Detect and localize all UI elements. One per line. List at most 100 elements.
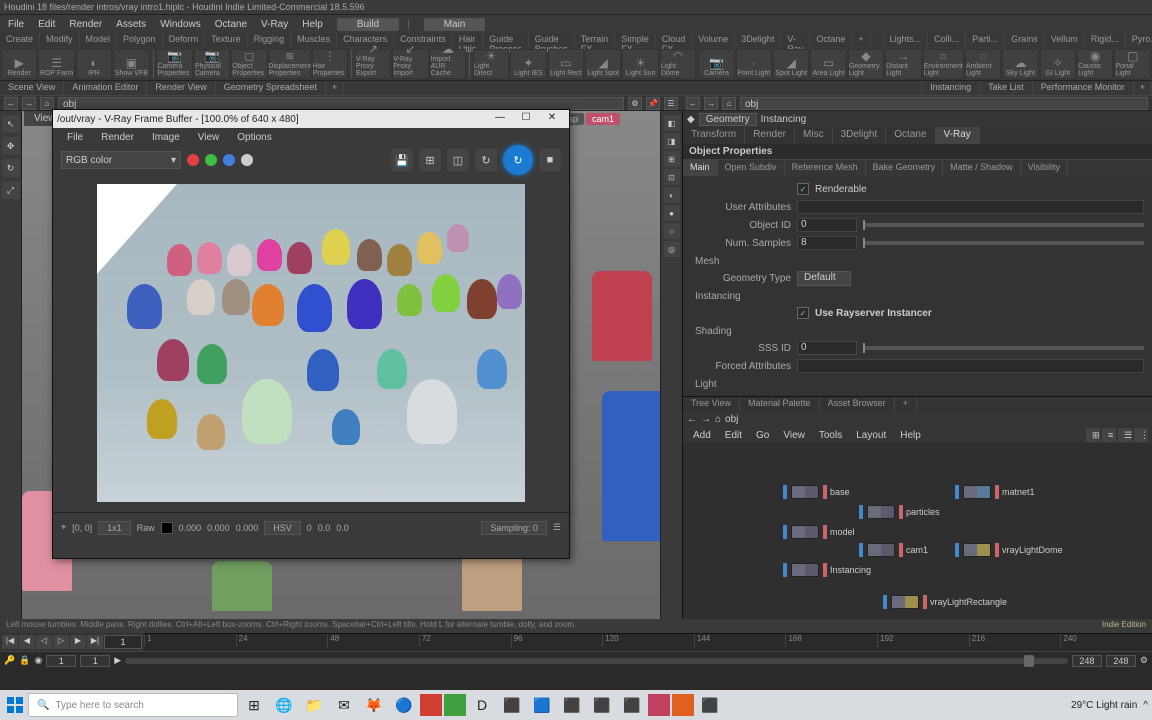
renderable-checkbox[interactable]: ✓	[797, 183, 809, 195]
vfb-titlebar[interactable]: /out/vray - V-Ray Frame Buffer - [100.0%…	[53, 110, 569, 128]
user-attr-input[interactable]	[797, 200, 1144, 214]
pin-icon[interactable]: 📌	[646, 97, 660, 110]
tool-aur-cache[interactable]: ☁Import AUR Cache	[430, 49, 466, 79]
settings-icon[interactable]: ⚙	[1140, 655, 1148, 666]
shelf-tab[interactable]: 3Delight	[735, 33, 781, 47]
display-opt-icon[interactable]: ⊡	[664, 169, 680, 185]
nav-fwd[interactable]: →	[22, 97, 36, 110]
tab-take-list[interactable]: Take List	[980, 81, 1033, 95]
red-channel-icon[interactable]	[187, 154, 199, 166]
tool-disp-props[interactable]: ≋Displacement Properties	[269, 49, 311, 79]
tool-ipr[interactable]: ◐IPR	[76, 49, 112, 79]
tool-show-vfb[interactable]: ▣Show VFB	[113, 49, 149, 79]
tab-add-right[interactable]: +	[1134, 81, 1152, 95]
tool-spot-light[interactable]: ◢Spot Light	[773, 49, 809, 79]
houdini-icon[interactable]	[672, 694, 694, 716]
shelf-add[interactable]: +	[852, 33, 870, 47]
nav-back[interactable]: ←	[686, 97, 700, 110]
mail-icon[interactable]: ✉	[330, 691, 358, 719]
node-particles[interactable]: particles	[859, 505, 940, 519]
channel-selector[interactable]: RGB color	[61, 151, 181, 169]
app-icon[interactable]	[420, 694, 442, 716]
tool-light-rect[interactable]: ▭Light Rect	[548, 49, 584, 79]
tool-light-sun[interactable]: ☀Light Sun	[622, 49, 658, 79]
object-id-slider[interactable]	[863, 223, 1144, 227]
scale-tool-icon[interactable]: ⤢	[2, 181, 20, 199]
vfb-menu-file[interactable]: File	[59, 130, 91, 145]
weather-widget[interactable]: 29°C Light rain	[1071, 700, 1137, 711]
shelf-tab[interactable]: Model	[80, 33, 118, 47]
display-opt-icon[interactable]: ○	[664, 223, 680, 239]
shelf-tab[interactable]: Guide Process	[483, 33, 529, 47]
auto-icon[interactable]: ◉	[34, 655, 42, 666]
shelf-tab[interactable]: Create	[0, 33, 40, 47]
menu-icon[interactable]: ☰	[553, 522, 561, 533]
shelf-tab[interactable]: Octane	[810, 33, 852, 47]
app-icon[interactable]	[444, 694, 466, 716]
play-back-icon[interactable]: ◁	[36, 635, 52, 649]
mode-toggle[interactable]: Raw	[137, 523, 155, 533]
tab-anim-editor[interactable]: Animation Editor	[64, 81, 147, 95]
display-opt-icon[interactable]: ◐	[664, 187, 680, 203]
net-opt-icon[interactable]: ☰	[1118, 428, 1132, 442]
net-opt-icon[interactable]: ≡	[1102, 428, 1116, 442]
tool-sky-light[interactable]: ☁Sky Light	[1002, 49, 1038, 79]
cam-chip[interactable]: cam1	[586, 113, 620, 125]
tab-material-palette[interactable]: Material Palette	[740, 397, 820, 411]
close-button[interactable]: ✕	[539, 111, 565, 127]
nm-help[interactable]: Help	[894, 429, 927, 442]
subtab-main[interactable]: Main	[683, 160, 718, 176]
nav-fwd[interactable]: →	[701, 414, 711, 425]
tool-caustic-light[interactable]: ◉Caustic Light	[1077, 49, 1113, 79]
num-samples-slider[interactable]	[863, 241, 1144, 245]
tool-light-direct[interactable]: ☀Light Direct	[473, 49, 509, 79]
shelf-tab[interactable]: Terrain FX	[575, 33, 616, 47]
shelf-tab[interactable]: Pyro...	[1126, 33, 1152, 47]
tab-3delight[interactable]: 3Delight	[833, 127, 887, 144]
eyedropper-icon[interactable]: ⌖	[61, 522, 66, 533]
gear-icon[interactable]: ⚙	[628, 97, 642, 110]
shelf-tab[interactable]: Rigid...	[1085, 33, 1126, 47]
start-button[interactable]	[4, 694, 26, 716]
app-icon[interactable]: ⬛	[498, 691, 526, 719]
tab-render[interactable]: Render	[745, 127, 795, 144]
tool-camera[interactable]: 📷Camera	[698, 49, 734, 79]
sss-id-input[interactable]: 0	[797, 341, 857, 355]
tool-distant-light[interactable]: →Distant Light	[885, 49, 921, 79]
menu-edit[interactable]: Edit	[32, 17, 61, 32]
goto-end-icon[interactable]: ▶|	[87, 635, 103, 649]
node-cam1[interactable]: cam1	[859, 543, 928, 557]
node-lightrect[interactable]: vrayLightRectangle	[883, 595, 1007, 609]
shelf-tab[interactable]: Simple FX	[615, 33, 656, 47]
rayserver-checkbox[interactable]: ✓	[797, 307, 809, 319]
timeline[interactable]: 1 24 48 72 96 120 144 168 192 216 240	[144, 633, 1152, 647]
maximize-button[interactable]: ☐	[513, 111, 539, 127]
edge-icon[interactable]: 🌐	[270, 691, 298, 719]
tab-render-view[interactable]: Render View	[147, 81, 215, 95]
path-input[interactable]: obj	[58, 97, 624, 110]
subtab-bake[interactable]: Bake Geometry	[866, 160, 944, 176]
step-back-icon[interactable]: ◀	[19, 635, 35, 649]
select-tool-icon[interactable]: ↖	[2, 115, 20, 133]
node-name[interactable]: Instancing	[761, 114, 807, 125]
explorer-icon[interactable]: 📁	[300, 691, 328, 719]
shelf-tab[interactable]: Volume	[692, 33, 735, 47]
nm-edit[interactable]: Edit	[719, 429, 748, 442]
blue-channel-icon[interactable]	[223, 154, 235, 166]
move-tool-icon[interactable]: ✥	[2, 137, 20, 155]
stop-icon[interactable]: ■	[539, 149, 561, 171]
tray-up-icon[interactable]: ^	[1143, 700, 1148, 711]
shelf-tab[interactable]: Lights...	[884, 33, 929, 47]
nav-back[interactable]: ←	[687, 414, 697, 425]
tab-perf-monitor[interactable]: Performance Monitor	[1033, 81, 1134, 95]
tool-ambient-light[interactable]: ◌Ambient Light	[965, 49, 1001, 79]
end-frame[interactable]: 248	[1072, 655, 1102, 667]
green-channel-icon[interactable]	[205, 154, 217, 166]
shelf-tab[interactable]: Deform	[163, 33, 206, 47]
display-opt-icon[interactable]: ◧	[664, 115, 680, 131]
shelf-tab[interactable]: Vellum	[1045, 33, 1085, 47]
nm-view[interactable]: View	[777, 429, 811, 442]
shelf-tab[interactable]: Modify	[40, 33, 80, 47]
num-samples-input[interactable]: 8	[797, 236, 857, 250]
context-selector[interactable]: Main	[424, 18, 486, 31]
